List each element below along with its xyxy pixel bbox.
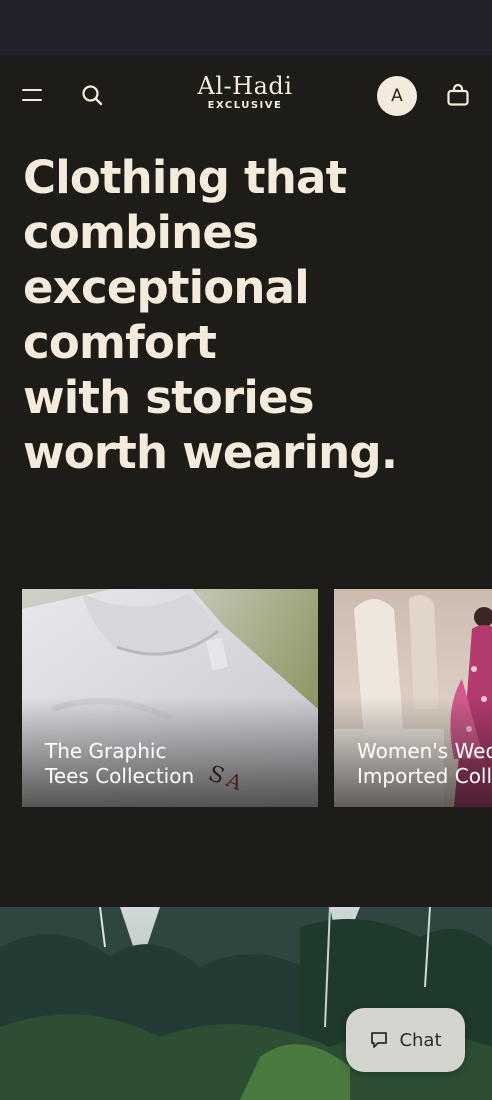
logo-main-text: Al-Hadi (197, 72, 293, 100)
search-icon (82, 85, 103, 106)
collection-title-line: The Graphic (45, 739, 167, 763)
status-bar (0, 0, 492, 55)
shopping-bag-icon (447, 83, 469, 106)
hero-line: Clothing that (23, 151, 347, 204)
chat-label: Chat (399, 1029, 442, 1051)
account-button[interactable]: A (377, 76, 417, 116)
collection-title-line: Imported Collection (357, 764, 492, 788)
collection-title: Women's Wedding Imported Collection (357, 739, 492, 789)
hero-line: combines (23, 206, 259, 259)
collection-title-line: Women's Wedding (357, 739, 492, 763)
account-initial: A (391, 86, 403, 106)
chat-button[interactable]: Chat (346, 1008, 465, 1072)
collection-card-graphic-tees[interactable]: S A The Graphic Tees Collection (22, 589, 318, 807)
hero-headline: Clothing that combines exceptional comfo… (23, 150, 463, 480)
hero-line: exceptional (23, 261, 310, 314)
collection-card-womens-imported[interactable]: Women's Wedding Imported Collection (334, 589, 492, 807)
hero-line: worth wearing. (23, 426, 398, 479)
collection-title-line: Tees Collection (45, 764, 195, 788)
brand-logo[interactable]: Al-Hadi EXCLUSIVE (186, 73, 304, 119)
hero-line: comfort (23, 316, 217, 369)
hero-line: with stories (23, 371, 315, 424)
search-button[interactable] (76, 79, 108, 111)
logo-sub-text: EXCLUSIVE (207, 100, 283, 111)
hamburger-menu-icon (22, 89, 42, 101)
collection-title: The Graphic Tees Collection (45, 739, 194, 789)
site-header: Al-Hadi EXCLUSIVE A (0, 55, 492, 139)
cart-button[interactable] (442, 79, 474, 111)
menu-button[interactable] (16, 79, 48, 111)
chat-bubble-icon (371, 1032, 388, 1048)
